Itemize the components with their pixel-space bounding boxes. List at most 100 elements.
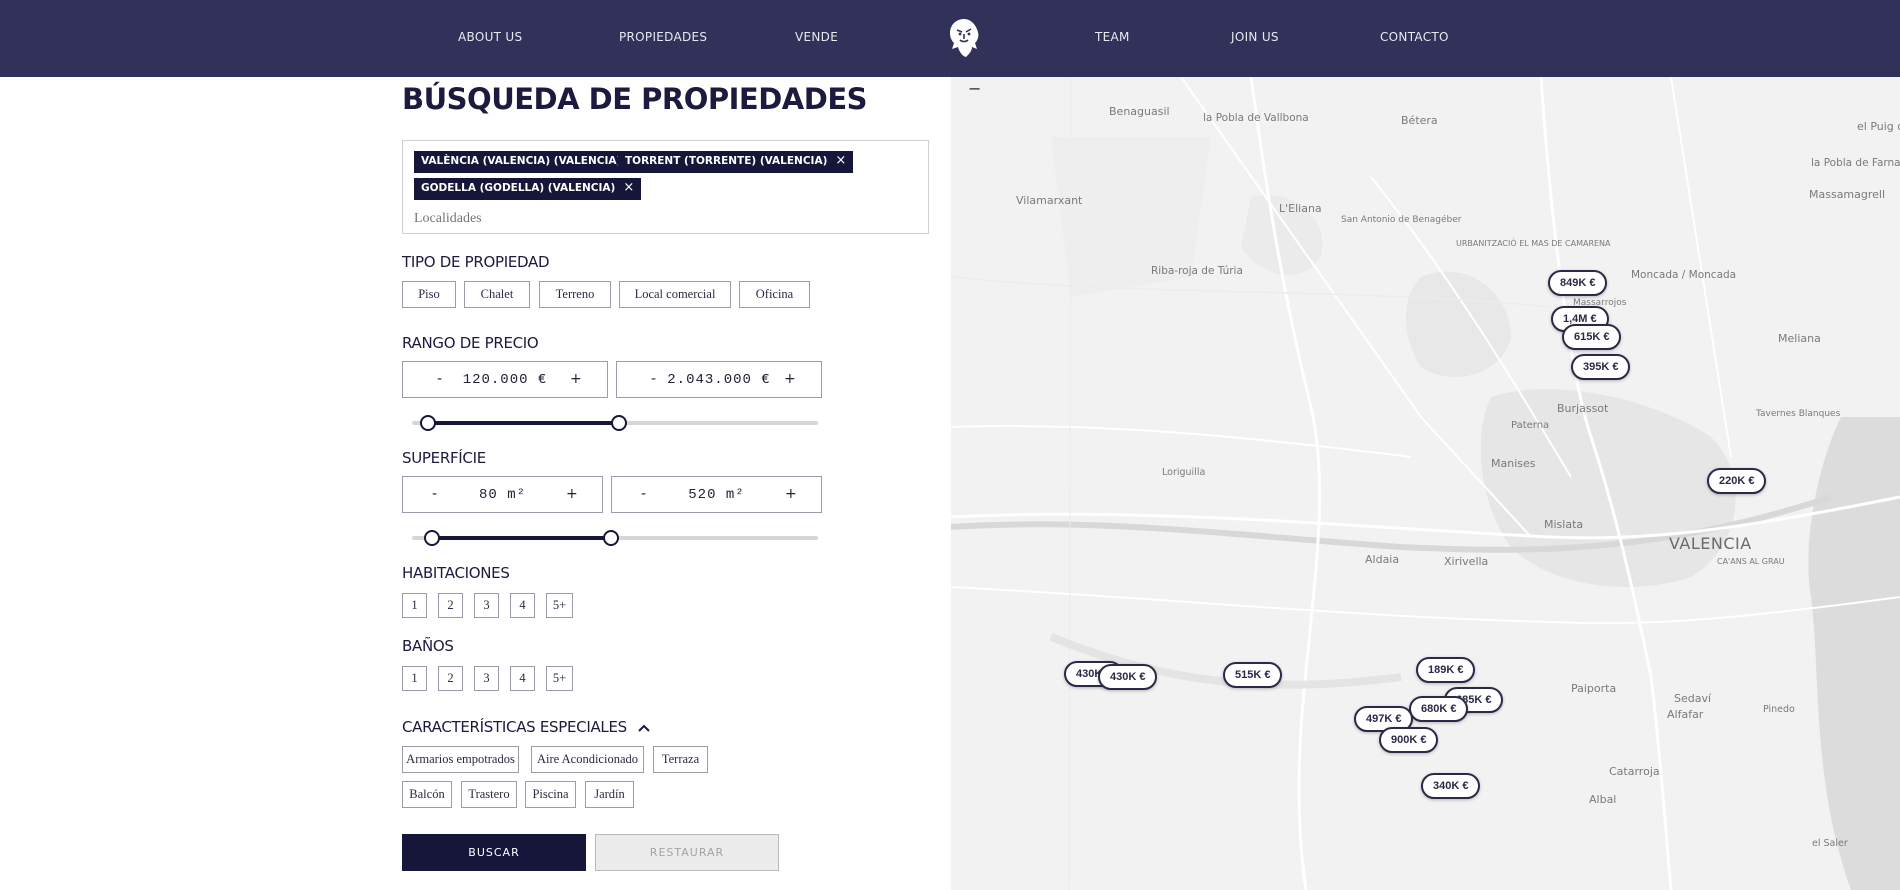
map-label: Catarroja <box>1609 765 1660 778</box>
nav-contacto[interactable]: CONTACTO <box>1380 30 1449 44</box>
map-label: Loriguilla <box>1162 467 1206 478</box>
map-label: San Antonio de Benagéber <box>1341 215 1462 225</box>
area-min-stepper: - 80 m² + <box>402 476 603 513</box>
map-label: la Pobla de Vallbona <box>1203 112 1309 124</box>
map-label: Riba-roja de Túria <box>1151 265 1243 277</box>
price-marker[interactable]: 900K € <box>1379 727 1439 753</box>
page-title: BÚSQUEDA DE PROPIEDADES <box>402 82 868 116</box>
feature-armarios-empotrados[interactable]: Armarios empotrados <box>402 746 519 773</box>
chip-label: VALÈNCIA (VALENCIA) (VALENCIA) <box>421 155 622 167</box>
map-label: Manises <box>1491 457 1536 470</box>
location-field[interactable]: VALÈNCIA (VALENCIA) (VALENCIA)× TORRENT … <box>402 140 929 234</box>
feature-aire-acondicionado[interactable]: Aire Acondicionado <box>531 746 644 773</box>
filter-panel: BÚSQUEDA DE PROPIEDADES VALÈNCIA (VALENC… <box>0 77 951 890</box>
map-label: CA'ANS AL GRAU <box>1717 557 1785 566</box>
banos-heading: BAÑOS <box>402 637 454 655</box>
tipo-option-local-comercial[interactable]: Local comercial <box>619 281 731 308</box>
feature-jardin[interactable]: Jardín <box>585 781 634 808</box>
price-min-increment-button[interactable]: + <box>570 371 582 387</box>
feature-piscina[interactable]: Piscina <box>525 781 576 808</box>
map-label: L'Eliana <box>1279 202 1322 215</box>
lion-head-icon[interactable] <box>942 16 986 60</box>
price-marker[interactable]: 395K € <box>1571 354 1631 380</box>
location-search-input[interactable] <box>414 211 714 227</box>
map-label: Meliana <box>1778 332 1821 345</box>
caracteristicas-heading: CARACTERÍSTICAS ESPECIALES <box>402 718 627 736</box>
map-label: Sedaví <box>1674 692 1712 705</box>
chip-label: GODELLA (GODELLA) (VALENCIA) <box>421 182 616 194</box>
map-label: Paiporta <box>1571 682 1617 695</box>
banos-option-5plus[interactable]: 5+ <box>546 666 573 691</box>
location-chip: VALÈNCIA (VALENCIA) (VALENCIA)× <box>414 151 648 173</box>
map-label: Burjassot <box>1557 402 1609 415</box>
habitaciones-option-5plus[interactable]: 5+ <box>546 593 573 618</box>
chevron-up-icon <box>638 724 651 732</box>
price-min-stepper: - 120.000 € + <box>402 361 608 398</box>
price-marker[interactable]: 615K € <box>1562 324 1622 350</box>
location-chip: GODELLA (GODELLA) (VALENCIA) × <box>414 178 642 200</box>
nav-join-us[interactable]: JOIN US <box>1231 30 1279 44</box>
map-label: el Puig de <box>1857 120 1900 133</box>
map-label: Tavernes Blanques <box>1756 409 1841 419</box>
area-range-slider[interactable] <box>412 530 818 546</box>
nav-team[interactable]: TEAM <box>1095 30 1130 44</box>
map-label: la Pobla de Farnals <box>1811 157 1900 169</box>
search-button[interactable]: BUSCAR <box>402 834 586 871</box>
nav-about-us[interactable]: ABOUT US <box>458 30 522 44</box>
habitaciones-option-2[interactable]: 2 <box>438 593 463 618</box>
banos-option-2[interactable]: 2 <box>438 666 463 691</box>
map-label: Benaguasil <box>1109 105 1170 118</box>
map-label: Xirivella <box>1444 555 1489 568</box>
map-label: Alfafar <box>1667 708 1704 721</box>
tipo-option-chalet[interactable]: Chalet <box>464 281 530 308</box>
area-max-increment-button[interactable]: + <box>785 486 797 502</box>
tipo-option-piso[interactable]: Piso <box>402 281 456 308</box>
feature-trastero[interactable]: Trastero <box>461 781 517 808</box>
area-max-stepper: - 520 m² + <box>611 476 822 513</box>
map-label: Vilamarxant <box>1016 194 1083 207</box>
feature-balcon[interactable]: Balcón <box>402 781 452 808</box>
precio-heading: RANGO DE PRECIO <box>402 334 539 352</box>
location-chip: TORRENT (TORRENTE) (VALENCIA) × <box>618 151 854 173</box>
map-label: el Saler <box>1812 838 1848 849</box>
zoom-out-button[interactable]: − <box>968 79 981 98</box>
price-marker[interactable]: 220K € <box>1707 468 1767 494</box>
tipo-option-terreno[interactable]: Terreno <box>539 281 611 308</box>
price-marker[interactable]: 849K € <box>1548 270 1608 296</box>
property-map[interactable]: − Benaguasil la Pobla de Vallbona Bétera… <box>951 77 1900 890</box>
habitaciones-option-3[interactable]: 3 <box>474 593 499 618</box>
tipo-option-oficina[interactable]: Oficina <box>739 281 810 308</box>
area-min-handle[interactable] <box>424 530 441 546</box>
banos-option-1[interactable]: 1 <box>402 666 427 691</box>
map-label: URBANITZACIÓ EL MAS DE CAMARENA <box>1456 239 1611 249</box>
banos-option-3[interactable]: 3 <box>474 666 499 691</box>
map-label: Massamagrell <box>1809 188 1886 201</box>
habitaciones-option-1[interactable]: 1 <box>402 593 427 618</box>
caracteristicas-toggle[interactable]: CARACTERÍSTICAS ESPECIALES <box>402 718 651 736</box>
banos-option-4[interactable]: 4 <box>510 666 535 691</box>
price-max-handle[interactable] <box>611 415 628 431</box>
nav-vende[interactable]: VENDE <box>795 30 838 44</box>
price-range-fill <box>428 421 620 425</box>
habitaciones-option-4[interactable]: 4 <box>510 593 535 618</box>
area-range-fill <box>432 536 611 540</box>
price-marker[interactable]: 515K € <box>1223 662 1283 688</box>
area-max-handle[interactable] <box>602 530 619 546</box>
map-label: Aldaia <box>1365 553 1400 566</box>
map-label: Moncada / Moncada <box>1631 269 1737 281</box>
map-label: Paterna <box>1511 420 1550 431</box>
area-min-increment-button[interactable]: + <box>566 486 578 502</box>
price-range-slider[interactable] <box>412 415 818 431</box>
price-min-handle[interactable] <box>420 415 437 431</box>
price-marker[interactable]: 680K € <box>1409 696 1469 722</box>
nav-propiedades[interactable]: PROPIEDADES <box>619 30 707 44</box>
habitaciones-heading: HABITACIONES <box>402 564 510 582</box>
price-marker[interactable]: 189K € <box>1416 657 1476 683</box>
reset-button[interactable]: RESTAURAR <box>595 834 779 871</box>
close-icon[interactable]: × <box>835 153 846 168</box>
price-marker[interactable]: 340K € <box>1421 773 1481 799</box>
close-icon[interactable]: × <box>623 180 634 195</box>
price-marker[interactable]: 430K € <box>1098 664 1158 690</box>
feature-terraza[interactable]: Terraza <box>653 746 708 773</box>
price-max-increment-button[interactable]: + <box>784 371 796 387</box>
